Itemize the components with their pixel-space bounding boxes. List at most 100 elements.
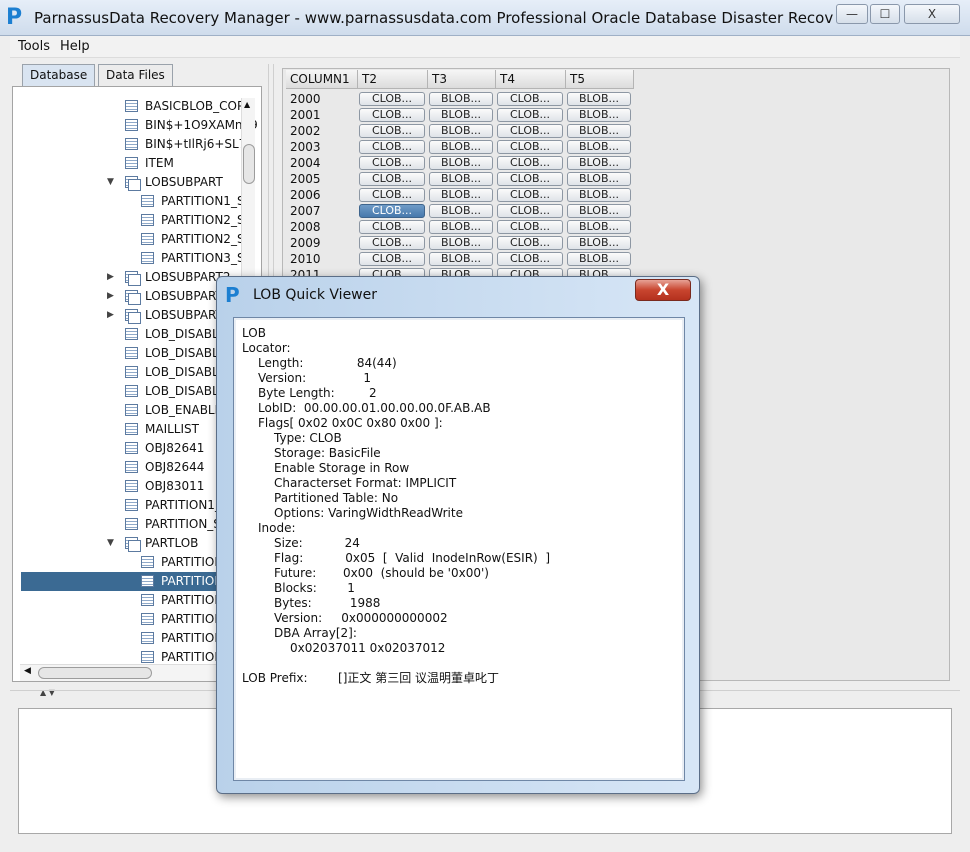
lob-view-button[interactable]: BLOB... (567, 124, 631, 138)
expand-icon[interactable]: ▶ (107, 306, 114, 325)
lob-view-button[interactable]: CLOB... (497, 92, 563, 106)
menu-help[interactable]: Help (60, 39, 90, 54)
lob-view-button[interactable]: BLOB... (429, 92, 493, 106)
lob-view-button[interactable]: BLOB... (567, 172, 631, 186)
lob-view-button[interactable]: BLOB... (567, 108, 631, 122)
lob-view-button[interactable]: CLOB... (359, 124, 425, 138)
row-id-cell[interactable]: 2005 (290, 171, 321, 187)
lob-view-button[interactable]: CLOB... (497, 124, 563, 138)
lob-view-button[interactable]: CLOB... (497, 108, 563, 122)
lob-quick-viewer-dialog[interactable]: P LOB Quick Viewer X LOB Locator: Length: … (216, 276, 700, 794)
lob-view-button[interactable]: CLOB... (497, 220, 563, 234)
lob-view-button[interactable]: CLOB... (359, 204, 425, 218)
tree-vscroll-thumb[interactable] (243, 144, 255, 184)
tree-item[interactable]: ITEM (21, 154, 261, 173)
scroll-left-icon[interactable]: ◀ (24, 666, 31, 676)
tree-item[interactable]: BASICBLOB_COPY (21, 97, 261, 116)
table-icon (125, 157, 138, 169)
lob-view-button[interactable]: BLOB... (567, 252, 631, 266)
tab-database[interactable]: Database (22, 64, 96, 86)
row-id-cell[interactable]: 2006 (290, 187, 321, 203)
tree-item[interactable]: PARTITION2_SU (21, 211, 261, 230)
lob-view-button[interactable]: BLOB... (429, 172, 493, 186)
collapse-icon[interactable]: ▼ (107, 173, 114, 192)
lob-view-button[interactable]: CLOB... (497, 172, 563, 186)
column-header[interactable]: T2 (358, 70, 428, 89)
partitioned-table-icon (125, 537, 141, 552)
lob-view-button[interactable]: BLOB... (567, 92, 631, 106)
row-id-cell[interactable]: 2008 (290, 219, 321, 235)
expand-icon[interactable]: ▶ (107, 287, 114, 306)
lob-view-button[interactable]: BLOB... (567, 188, 631, 202)
column-header[interactable]: COLUMN1 (286, 70, 358, 89)
lob-view-button[interactable]: CLOB... (359, 236, 425, 250)
lob-view-button[interactable]: CLOB... (359, 220, 425, 234)
lob-view-button[interactable]: CLOB... (497, 188, 563, 202)
collapse-icon[interactable]: ▼ (107, 534, 114, 553)
lob-view-button[interactable]: CLOB... (497, 140, 563, 154)
row-id-cell[interactable]: 2009 (290, 235, 321, 251)
lob-view-button[interactable]: CLOB... (359, 108, 425, 122)
close-button[interactable]: X (904, 4, 960, 24)
tree-horizontal-scrollbar[interactable]: ◀ (20, 664, 242, 681)
tab-data-files[interactable]: Data Files (98, 64, 173, 86)
lob-view-button[interactable]: CLOB... (359, 140, 425, 154)
lob-view-button[interactable]: CLOB... (497, 236, 563, 250)
lob-view-button[interactable]: BLOB... (567, 236, 631, 250)
tree-hscroll-thumb[interactable] (38, 667, 152, 679)
tree-item[interactable]: BIN$+1O9XAMnb9 (21, 116, 261, 135)
lob-view-button[interactable]: CLOB... (497, 204, 563, 218)
row-id-cell[interactable]: 2004 (290, 155, 321, 171)
lob-info-panel[interactable]: LOB Locator: Length: 84(44) Version: 1 Byte … (233, 317, 685, 781)
tree-item[interactable]: PARTITION3_SU (21, 249, 261, 268)
row-id-cell[interactable]: 2003 (290, 139, 321, 155)
dialog-close-button[interactable]: X (635, 279, 691, 301)
lob-view-button[interactable]: BLOB... (567, 140, 631, 154)
minimize-button[interactable]: — (836, 4, 868, 24)
lob-view-button[interactable]: BLOB... (567, 220, 631, 234)
row-id-cell[interactable]: 2001 (290, 107, 321, 123)
dialog-logo-icon: P (225, 283, 240, 307)
lob-info-line: Flag: 0x05 [ Valid InodeInRow(ESIR) ] (274, 551, 551, 565)
column-header[interactable]: T3 (428, 70, 496, 89)
row-id-cell[interactable]: 2002 (290, 123, 321, 139)
column-header[interactable]: T4 (496, 70, 566, 89)
row-id-cell[interactable]: 2000 (290, 91, 321, 107)
lob-view-button[interactable]: CLOB... (359, 156, 425, 170)
tree-item[interactable]: PARTITION2_SU (21, 230, 261, 249)
lob-view-button[interactable]: CLOB... (359, 188, 425, 202)
lob-view-button[interactable]: CLOB... (359, 172, 425, 186)
lob-view-button[interactable]: CLOB... (497, 252, 563, 266)
lob-view-button[interactable]: CLOB... (359, 252, 425, 266)
maximize-button[interactable]: ☐ (870, 4, 900, 24)
lob-view-button[interactable]: BLOB... (429, 156, 493, 170)
lob-view-button[interactable]: BLOB... (429, 236, 493, 250)
lob-view-button[interactable]: BLOB... (567, 156, 631, 170)
lob-info-line: Bytes: 1988 (274, 596, 381, 610)
row-id-cell[interactable]: 2010 (290, 251, 321, 267)
tree-item-label: PARTITION3_SU (161, 251, 254, 265)
window-titlebar[interactable]: P ParnassusData Recovery Manager - www.p… (0, 0, 970, 36)
row-id-cell[interactable]: 2007 (290, 203, 321, 219)
lob-view-button[interactable]: BLOB... (429, 220, 493, 234)
lob-view-button[interactable]: BLOB... (429, 204, 493, 218)
lob-info-line: DBA Array[2]: (274, 626, 357, 640)
lob-info-line: Version: 0x000000000002 (274, 611, 448, 625)
tree-item[interactable]: PARTITION1_SU (21, 192, 261, 211)
lob-view-button[interactable]: BLOB... (567, 204, 631, 218)
lob-view-button[interactable]: CLOB... (497, 156, 563, 170)
lob-view-button[interactable]: BLOB... (429, 252, 493, 266)
tree-item[interactable]: ▼ LOBSUBPART (21, 173, 261, 192)
lob-view-button[interactable]: BLOB... (429, 140, 493, 154)
lob-view-button[interactable]: CLOB... (359, 92, 425, 106)
expand-icon[interactable]: ▶ (107, 268, 114, 287)
scroll-up-icon[interactable]: ▲ (244, 100, 250, 109)
tree-item[interactable]: BIN$+tIlRj6+SL7g (21, 135, 261, 154)
lob-view-button[interactable]: BLOB... (429, 188, 493, 202)
lob-view-button[interactable]: BLOB... (429, 124, 493, 138)
table-icon (141, 613, 154, 625)
table-icon (141, 214, 154, 226)
column-header[interactable]: T5 (566, 70, 634, 89)
lob-view-button[interactable]: BLOB... (429, 108, 493, 122)
menu-tools[interactable]: Tools (18, 39, 50, 54)
